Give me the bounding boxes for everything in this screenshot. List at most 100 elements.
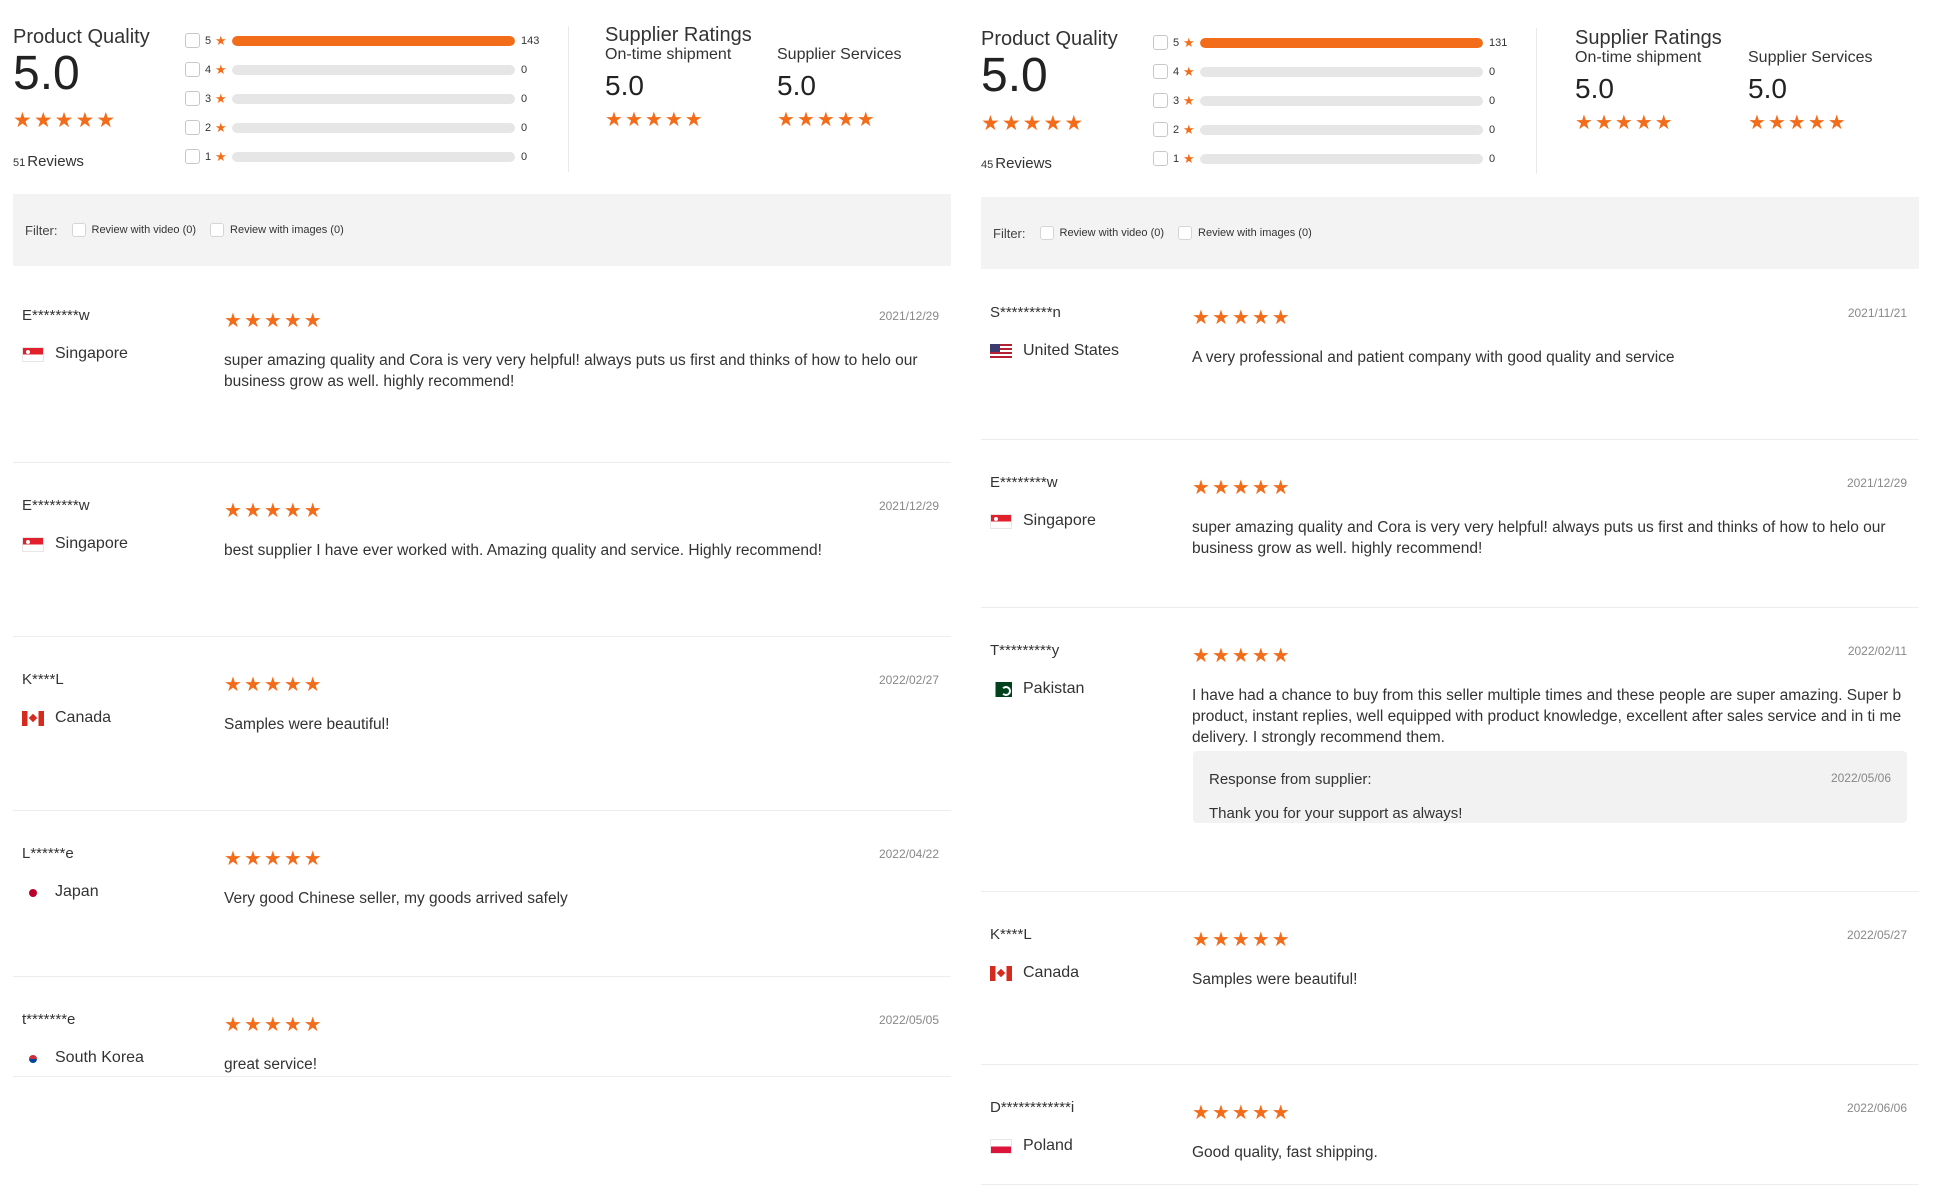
star-icon: ★ (1231, 307, 1250, 329)
rating-count: 0 (1489, 123, 1496, 136)
reviewer-name: D************i (990, 1099, 1075, 1116)
rating-bar (232, 151, 515, 162)
reviewer-name: E********w (22, 307, 90, 324)
reviewer-country: Japan (22, 883, 99, 901)
star-icon: ★ (1022, 112, 1042, 135)
supplier-services-score: 5.0 (1748, 73, 1787, 104)
filter-images-checkbox[interactable] (1178, 226, 1193, 240)
review-date: 2021/12/29 (1846, 476, 1907, 490)
rating-checkbox[interactable] (1153, 93, 1168, 108)
reviewer-country: Singapore (990, 512, 1096, 530)
rating-checkbox[interactable] (185, 33, 200, 48)
star-icon: ★ (215, 32, 227, 48)
reviews-count-number: 45 (981, 159, 994, 171)
star-icon: ★ (283, 310, 302, 332)
rating-count: 143 (521, 34, 540, 47)
star-icon: ★ (1192, 307, 1210, 329)
supplier-services-stars: ★ ★ ★ ★ ★ (777, 110, 902, 130)
star-icon: ★ (777, 109, 795, 131)
rating-filter-row[interactable]: 4 ★ 0 (1153, 57, 1528, 86)
star-icon: ★ (1654, 112, 1673, 134)
supplier-services-rating: Supplier Services 5.0 ★ ★ ★ ★ ★ (1748, 49, 1873, 133)
flag-us-icon (990, 343, 1012, 359)
star-icon: ★ (1251, 477, 1270, 499)
star-icon: ★ (1614, 112, 1633, 134)
review-item: S*********n United States ★ ★ ★ ★ ★ 2021/11/21 A… (981, 270, 1919, 440)
review-list: S*********n United States ★ ★ ★ ★ ★ 2021/11/21 A… (981, 270, 1919, 1185)
review-text: Very good Chinese seller, my goods arriv… (224, 890, 568, 907)
filter-video-checkbox[interactable] (1039, 226, 1054, 240)
star-icon: ★ (856, 109, 875, 131)
review-text: Samples were beautiful! (1192, 971, 1358, 988)
review-item: E********w Singapore ★ ★ ★ ★ ★ 2021/12/29 best s… (13, 463, 951, 637)
rating-checkbox[interactable] (185, 91, 200, 106)
reviews-count: 51 Reviews (13, 153, 84, 170)
star-icon: ★ (1211, 1102, 1230, 1124)
rating-filter-row[interactable]: 3 ★ 0 (185, 84, 560, 113)
filter-images-option[interactable]: Review with images (0) (1178, 226, 1312, 240)
rating-filter-row[interactable]: 1 ★ 0 (1153, 144, 1528, 173)
flag-pl-icon (990, 1138, 1012, 1154)
review-stars: ★ ★ ★ ★ ★ (1192, 308, 1290, 328)
star-icon: ★ (33, 109, 53, 132)
supplier-services-label: Supplier Services (1748, 49, 1873, 66)
product-quality-score: 5.0 (981, 49, 1048, 102)
filter-images-option[interactable]: Review with images (0) (210, 223, 344, 237)
rating-checkbox[interactable] (185, 149, 200, 164)
star-icon: ★ (1192, 477, 1210, 499)
rating-checkbox[interactable] (185, 120, 200, 135)
filter-video-option[interactable]: Review with video (0) (71, 223, 196, 237)
star-icon: ★ (1634, 112, 1653, 134)
divider (1536, 28, 1537, 174)
rating-filter-row[interactable]: 4 ★ 0 (185, 55, 560, 84)
ontime-shipment-stars: ★ ★ ★ ★ ★ (605, 110, 731, 130)
filter-video-label: Review with video (0) (1059, 227, 1165, 239)
supplier-response: Response from supplier: 2022/05/06 Thank y… (1193, 751, 1907, 823)
rating-filter-row[interactable]: 2 ★ 0 (185, 113, 560, 142)
star-icon: ★ (1192, 645, 1210, 667)
reviewer-name: E********w (990, 474, 1058, 491)
rating-bar (232, 35, 515, 46)
rating-checkbox[interactable] (185, 62, 200, 77)
rating-filter-row[interactable]: 5 ★ 131 (1153, 28, 1528, 57)
rating-filter-row[interactable]: 1 ★ 0 (185, 142, 560, 171)
country-name: Singapore (1023, 512, 1096, 529)
rating-bar-fill (1200, 37, 1483, 48)
star-icon: ★ (303, 1014, 322, 1036)
reviewer-country: Canada (22, 709, 111, 727)
reviewer-country: United States (990, 342, 1119, 360)
star-icon: ★ (1231, 929, 1250, 951)
rating-stars-label: 3 (205, 92, 212, 105)
review-date: 2021/11/21 (1847, 306, 1907, 320)
flag-ca-icon (990, 965, 1012, 981)
reviewer-name: t*******e (22, 1011, 76, 1028)
reviewer-country: Singapore (22, 345, 128, 363)
rating-filter-row[interactable]: 2 ★ 0 (1153, 115, 1528, 144)
rating-checkbox[interactable] (1153, 35, 1168, 50)
rating-checkbox[interactable] (1153, 122, 1168, 137)
filter-images-checkbox[interactable] (210, 223, 225, 237)
star-icon: ★ (263, 310, 282, 332)
star-icon: ★ (283, 500, 302, 522)
rating-filter-row[interactable]: 3 ★ 0 (1153, 86, 1528, 115)
filter-label: Filter: (993, 225, 1026, 241)
star-icon: ★ (243, 310, 262, 332)
filter-video-option[interactable]: Review with video (0) (1039, 226, 1165, 240)
supplier-services-stars: ★ ★ ★ ★ ★ (1748, 113, 1873, 133)
filter-images-label: Review with images (0) (230, 224, 344, 236)
review-stars: ★ ★ ★ ★ ★ (224, 675, 322, 695)
star-icon: ★ (1183, 121, 1195, 137)
rating-bar (1200, 37, 1483, 48)
review-text: best supplier I have ever worked with. A… (224, 542, 822, 559)
star-icon: ★ (1807, 112, 1826, 134)
review-text: great service! (224, 1056, 318, 1073)
rating-filter-row[interactable]: 5 ★ 143 (185, 26, 560, 55)
filter-video-checkbox[interactable] (71, 223, 86, 237)
rating-checkbox[interactable] (1153, 64, 1168, 79)
star-icon: ★ (664, 109, 683, 131)
star-icon: ★ (303, 848, 322, 870)
rating-checkbox[interactable] (1153, 151, 1168, 166)
star-icon: ★ (684, 109, 703, 131)
star-breakdown: 5 ★ 131 4 ★ 0 3 ★ 0 2 ★ 0 1 ★ 0 (1153, 28, 1528, 173)
rating-stars-label: 1 (1173, 152, 1180, 165)
